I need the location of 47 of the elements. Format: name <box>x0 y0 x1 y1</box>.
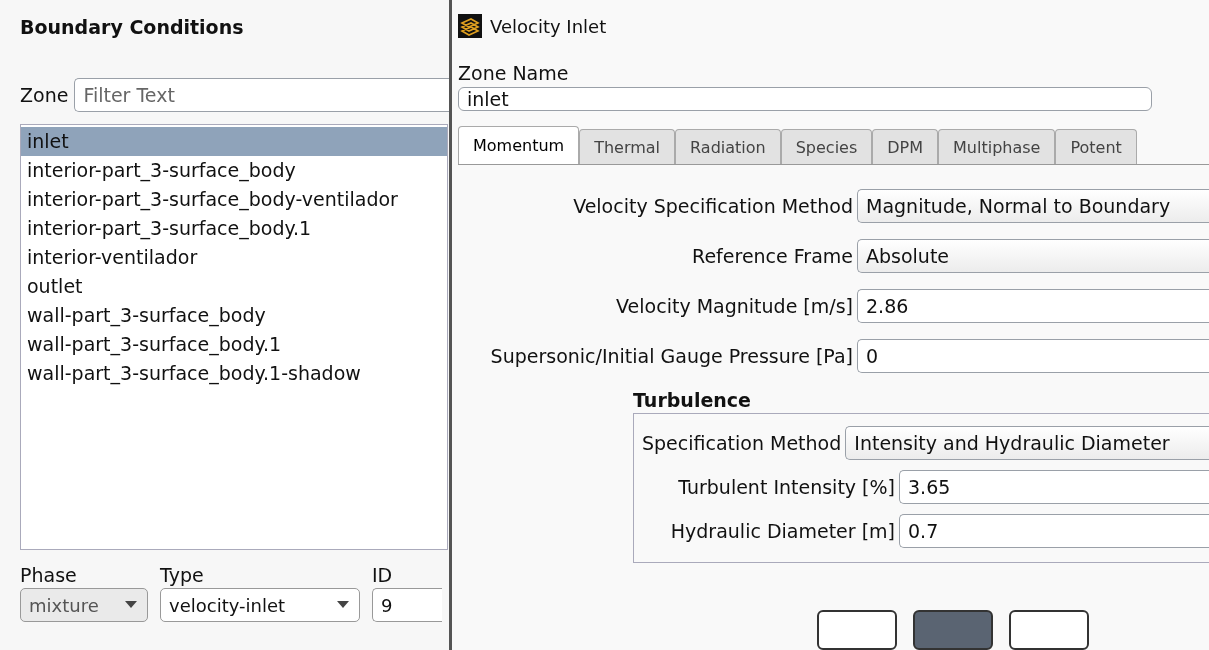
type-label: Type <box>160 564 205 586</box>
dialog-button[interactable] <box>1009 610 1089 650</box>
input-field[interactable]: 0 <box>857 339 1209 373</box>
zone-item[interactable]: inlet <box>21 127 447 156</box>
zone-name-field[interactable]: inlet <box>458 87 1152 111</box>
field-label: Velocity Specification Method <box>572 195 853 217</box>
phase-label: Phase <box>20 564 78 586</box>
dropdown[interactable]: Absolute <box>857 239 1209 273</box>
tab[interactable]: Momentum <box>458 126 580 164</box>
zone-item[interactable]: interior-part_3-surface_body-ventilador <box>21 185 447 214</box>
tab[interactable]: Multiphase <box>938 129 1056 164</box>
tab[interactable]: Thermal <box>579 129 676 164</box>
input-field[interactable]: 2.86 <box>857 289 1209 323</box>
field-label: Turbulent Intensity [%] <box>677 476 895 498</box>
dialog-button[interactable] <box>817 610 897 650</box>
id-label: ID <box>372 564 394 586</box>
field-label: Specification Method <box>642 432 842 454</box>
app-logo-icon <box>458 14 482 38</box>
tab[interactable]: DPM <box>872 129 939 164</box>
zone-label: Zone <box>20 84 69 106</box>
filter-field[interactable]: Filter Text <box>74 78 449 112</box>
field-label: Hydraulic Diameter [m] <box>669 520 895 542</box>
zone-item[interactable]: interior-ventilador <box>21 243 447 272</box>
zone-item[interactable]: wall-part_3-surface_body.1 <box>21 330 447 359</box>
tab[interactable]: Species <box>780 129 873 164</box>
field-label: Reference Frame <box>691 245 853 267</box>
zone-item[interactable]: outlet <box>21 272 447 301</box>
id-field[interactable]: 9 <box>372 588 442 622</box>
type-dropdown[interactable]: velocity-inlet <box>160 588 360 622</box>
panel-title: Boundary Conditions <box>20 16 245 40</box>
zone-item[interactable]: wall-part_3-surface_body.1-shadow <box>21 359 447 388</box>
dropdown[interactable]: Magnitude, Normal to Boundary <box>857 189 1209 223</box>
zone-item[interactable]: interior-part_3-surface_body.1 <box>21 214 447 243</box>
zone-item[interactable]: wall-part_3-surface_body <box>21 301 447 330</box>
section-title: Turbulence <box>633 389 752 411</box>
field-label: Supersonic/Initial Gauge Pressure [Pa] <box>489 345 853 367</box>
caret-icon <box>337 601 349 609</box>
tab[interactable]: Potent <box>1055 129 1137 164</box>
caret-icon <box>125 601 137 609</box>
field-label: Velocity Magnitude [m/s] <box>615 295 853 317</box>
zone-item[interactable]: interior-part_3-surface_body <box>21 156 447 185</box>
dialog-title: Velocity Inlet <box>490 15 607 37</box>
dropdown[interactable]: Intensity and Hydraulic Diameter <box>845 426 1209 460</box>
input-field[interactable]: 3.65 <box>899 470 1209 504</box>
input-field[interactable]: 0.7 <box>899 514 1209 548</box>
zone-name-label: Zone Name <box>458 62 570 84</box>
tab[interactable]: Radiation <box>675 129 781 164</box>
